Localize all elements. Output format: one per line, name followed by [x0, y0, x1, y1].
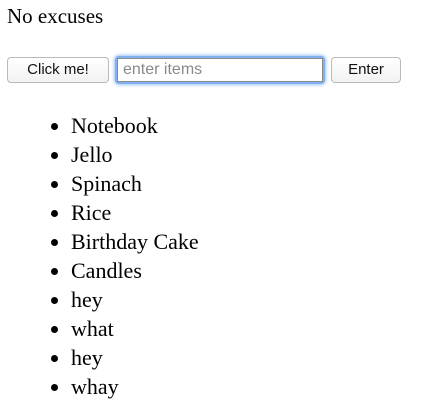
click-me-button[interactable]: Click me!	[7, 57, 109, 83]
list-item: Spinach	[71, 169, 199, 198]
item-list: Notebook Jello Spinach Rice Birthday Cak…	[32, 111, 199, 401]
list-item: Rice	[71, 198, 199, 227]
list-item: Candles	[71, 256, 199, 285]
list-item: what	[71, 314, 199, 343]
list-item: Jello	[71, 140, 199, 169]
list-item: hey	[71, 343, 199, 372]
page-title: No excuses	[7, 4, 104, 28]
list-item: whay	[71, 372, 199, 401]
list-item: hey	[71, 285, 199, 314]
controls-row: Click me! Enter	[7, 56, 401, 84]
items-input[interactable]	[117, 58, 323, 82]
enter-button[interactable]: Enter	[331, 57, 401, 83]
items-input-wrapper	[115, 56, 325, 84]
list-item: Notebook	[71, 111, 199, 140]
list-item: Birthday Cake	[71, 227, 199, 256]
